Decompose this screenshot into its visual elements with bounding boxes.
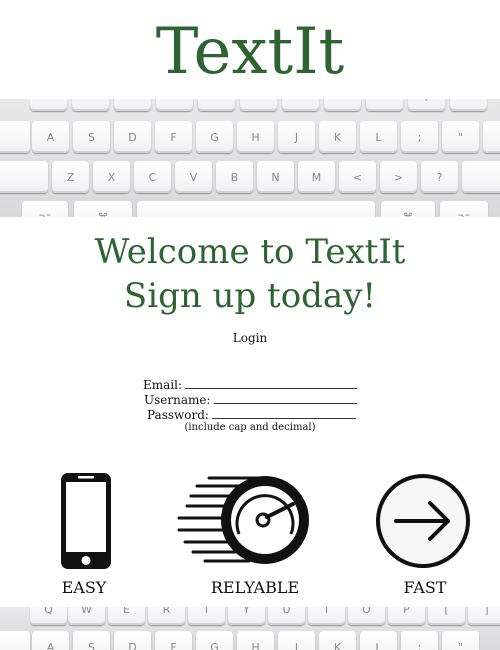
- feature-label-fast: FAST: [403, 578, 447, 597]
- key: H: [237, 631, 274, 650]
- feature-fast: [374, 472, 472, 574]
- password-row: Password:: [147, 407, 356, 422]
- spacebar-key: [137, 201, 375, 217]
- key: [: [408, 99, 445, 111]
- key: V: [175, 161, 212, 193]
- username-field[interactable]: [213, 392, 357, 404]
- key: D: [114, 631, 151, 650]
- smartphone-icon: [61, 473, 111, 569]
- key: ⌥: [440, 201, 488, 217]
- key: [156, 99, 193, 111]
- key: F: [155, 631, 192, 650]
- brand-logo-title: TextIt: [155, 15, 345, 89]
- key: ;: [401, 631, 438, 650]
- key: ⌥: [22, 201, 68, 217]
- key: ⌘: [381, 201, 435, 217]
- feature-relyable: [175, 474, 315, 570]
- key: P: [388, 607, 425, 625]
- key: G: [196, 631, 233, 650]
- keyboard-banner-bottom: Q W E R T Y U I O P [ ] A S D F G H J K …: [0, 607, 500, 650]
- key: Y: [228, 607, 265, 625]
- key: H: [237, 121, 274, 153]
- key: W: [68, 607, 105, 625]
- key: ": [442, 631, 479, 650]
- arrow-right-circle-icon: [376, 474, 470, 568]
- hero-heading: Welcome to TextIt Sign up today!: [0, 230, 500, 318]
- key: G: [196, 121, 233, 153]
- key: S: [73, 631, 110, 650]
- username-label: Username:: [144, 393, 211, 407]
- keyboard-banner-top: [ A S D F G H J K L ; " Z X C V B N M < …: [0, 99, 500, 217]
- key: [30, 99, 67, 111]
- key: [0, 161, 48, 193]
- key: [198, 99, 235, 111]
- key: N: [257, 161, 294, 193]
- key: [450, 99, 487, 111]
- key: K: [319, 631, 356, 650]
- key: ⌘: [74, 201, 132, 217]
- feature-label-easy: EASY: [61, 578, 107, 597]
- key: J: [278, 121, 315, 153]
- key: [240, 99, 277, 111]
- feature-easy: [58, 470, 114, 576]
- key: <: [339, 161, 376, 193]
- key: A: [32, 631, 69, 650]
- hero-line-1: Welcome to TextIt: [94, 232, 406, 272]
- key: K: [319, 121, 356, 153]
- key: [0, 121, 30, 153]
- key: [282, 99, 319, 111]
- key: [462, 161, 500, 193]
- key: I: [308, 607, 345, 625]
- key: [366, 99, 403, 111]
- key: ]: [468, 607, 500, 625]
- hero-line-2: Sign up today!: [123, 276, 377, 316]
- login-link[interactable]: Login: [0, 331, 500, 345]
- key: D: [114, 121, 151, 153]
- key: J: [278, 631, 315, 650]
- email-label: Email:: [143, 378, 183, 392]
- key: ;: [401, 121, 438, 153]
- key: B: [216, 161, 253, 193]
- speedometer-icon: [177, 476, 309, 564]
- key: ": [442, 121, 479, 153]
- key: C: [134, 161, 171, 193]
- key: L: [360, 631, 397, 650]
- key: Z: [52, 161, 89, 193]
- email-row: Email:: [143, 377, 358, 392]
- key: Q: [30, 607, 67, 625]
- password-label: Password:: [147, 408, 209, 422]
- username-row: Username:: [144, 392, 357, 407]
- key: >: [380, 161, 417, 193]
- key: O: [348, 607, 385, 625]
- key: S: [73, 121, 110, 153]
- key: [324, 99, 361, 111]
- email-field[interactable]: [185, 377, 358, 389]
- key: [483, 121, 500, 153]
- key: E: [108, 607, 145, 625]
- key: X: [93, 161, 130, 193]
- key: [72, 99, 109, 111]
- key: R: [148, 607, 185, 625]
- key: T: [188, 607, 225, 625]
- password-hint: (include cap and decimal): [184, 422, 316, 433]
- key: ?: [421, 161, 458, 193]
- feature-label-relyable: RELYABLE: [210, 578, 300, 597]
- key: F: [155, 121, 192, 153]
- key: L: [360, 121, 397, 153]
- key: [: [428, 607, 465, 625]
- key: [114, 99, 151, 111]
- key: A: [32, 121, 69, 153]
- password-field[interactable]: [211, 407, 356, 419]
- key: [0, 631, 30, 650]
- key: U: [268, 607, 305, 625]
- key: M: [298, 161, 335, 193]
